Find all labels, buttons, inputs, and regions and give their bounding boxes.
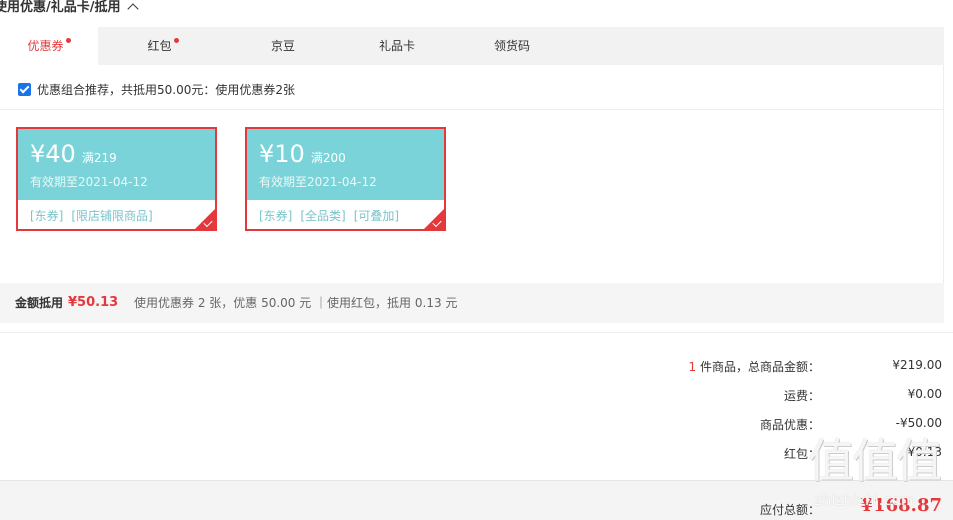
coupon-card[interactable]: ¥40 满219 有效期至2021-04-12 [东券] [限店铺限商品]	[16, 127, 217, 231]
discount-summary: 金额抵用 ¥50.13 使用优惠券 2 张，优惠 50.00 元 ｜使用红包，抵…	[0, 283, 944, 323]
coupon-amount: ¥10 满200	[259, 140, 346, 172]
total-row-shipping: 运费： ¥0.00	[0, 387, 953, 407]
redpacket-label: 红包：	[783, 447, 820, 461]
chevron-up-icon[interactable]	[126, 3, 139, 15]
divider	[0, 332, 953, 333]
total-row-redpacket: 红包： -¥0.13	[0, 445, 953, 465]
recommend-text: 优惠组合推荐，共抵用50.00元：使用优惠券2张	[37, 83, 295, 97]
total-row-goods: 1 件商品，总商品金额： ¥219.00	[0, 358, 953, 378]
coupon-tag: [东券]	[30, 209, 64, 223]
coupon-value: ¥10	[259, 140, 305, 168]
redpacket-value: -¥0.13	[903, 445, 942, 459]
goods-label-text: 件商品，总商品金额：	[696, 360, 820, 374]
recommend-checkbox[interactable]	[18, 83, 31, 96]
payable-value: ¥168.87	[860, 495, 942, 516]
section-title-text: 使用优惠/礼品卡/抵用	[0, 0, 121, 15]
section-title[interactable]: 使用优惠/礼品卡/抵用	[0, 0, 139, 18]
coupon-tag: [全品类]	[300, 209, 346, 223]
coupon-expire: 有效期至2021-04-12	[259, 175, 377, 189]
tab-jingdou[interactable]: 京豆	[238, 27, 328, 65]
shipping-label: 运费：	[783, 389, 820, 403]
tab-label: 礼品卡	[378, 39, 415, 53]
total-row-discount: 商品优惠： -¥50.00	[0, 416, 953, 436]
coupon-condition: 满200	[310, 151, 346, 165]
coupon-tags: [东券] [全品类] [可叠加]	[259, 207, 407, 224]
tab-label: 领货码	[493, 39, 530, 53]
tab-label: 京豆	[270, 39, 295, 53]
coupon-tag: [东券]	[259, 209, 293, 223]
tab-pickup-code[interactable]: 领货码	[467, 27, 557, 65]
coupon-tag: [限店铺限商品]	[71, 209, 153, 223]
tab-redpacket[interactable]: 红包	[118, 27, 208, 65]
coupon-card[interactable]: ¥10 满200 有效期至2021-04-12 [东券] [全品类] [可叠加]	[245, 127, 446, 231]
coupon-tag: [可叠加]	[353, 209, 400, 223]
badge-dot-icon	[65, 38, 71, 43]
discount-label: 商品优惠：	[759, 418, 820, 432]
goods-value: ¥219.00	[892, 358, 942, 372]
coupon-expire: 有效期至2021-04-12	[30, 175, 148, 189]
coupon-condition: 满219	[81, 151, 117, 165]
coupon-face: ¥10 满200 有效期至2021-04-12	[247, 129, 444, 200]
discount-value: -¥50.00	[895, 416, 942, 430]
summary-label: 金额抵用	[15, 296, 64, 310]
badge-dot-icon	[173, 38, 179, 43]
tab-label: 红包	[147, 39, 172, 53]
divider	[0, 109, 944, 110]
tab-giftcard[interactable]: 礼品卡	[352, 27, 442, 65]
payable-bar: 应付总额： ¥168.87	[0, 480, 953, 520]
coupon-tags: [东券] [限店铺限商品]	[30, 207, 161, 224]
coupon-amount: ¥40 满219	[30, 140, 117, 172]
payable-label: 应付总额：	[759, 503, 820, 517]
discount-tabs: 优惠券 红包 京豆 礼品卡 领货码	[0, 27, 944, 65]
goods-label: 1 件商品，总商品金额：	[689, 358, 820, 375]
coupon-value: ¥40	[30, 140, 76, 168]
summary-amount: ¥50.13	[68, 295, 119, 310]
coupon-face: ¥40 满219 有效期至2021-04-12	[18, 129, 215, 200]
recommend-option[interactable]: 优惠组合推荐，共抵用50.00元：使用优惠券2张	[18, 82, 295, 98]
summary-detail: 使用优惠券 2 张，优惠 50.00 元 ｜使用红包，抵用 0.13 元	[134, 296, 458, 310]
shipping-value: ¥0.00	[907, 387, 942, 401]
tab-label: 优惠券	[27, 39, 64, 53]
tab-coupon[interactable]: 优惠券	[0, 27, 98, 65]
